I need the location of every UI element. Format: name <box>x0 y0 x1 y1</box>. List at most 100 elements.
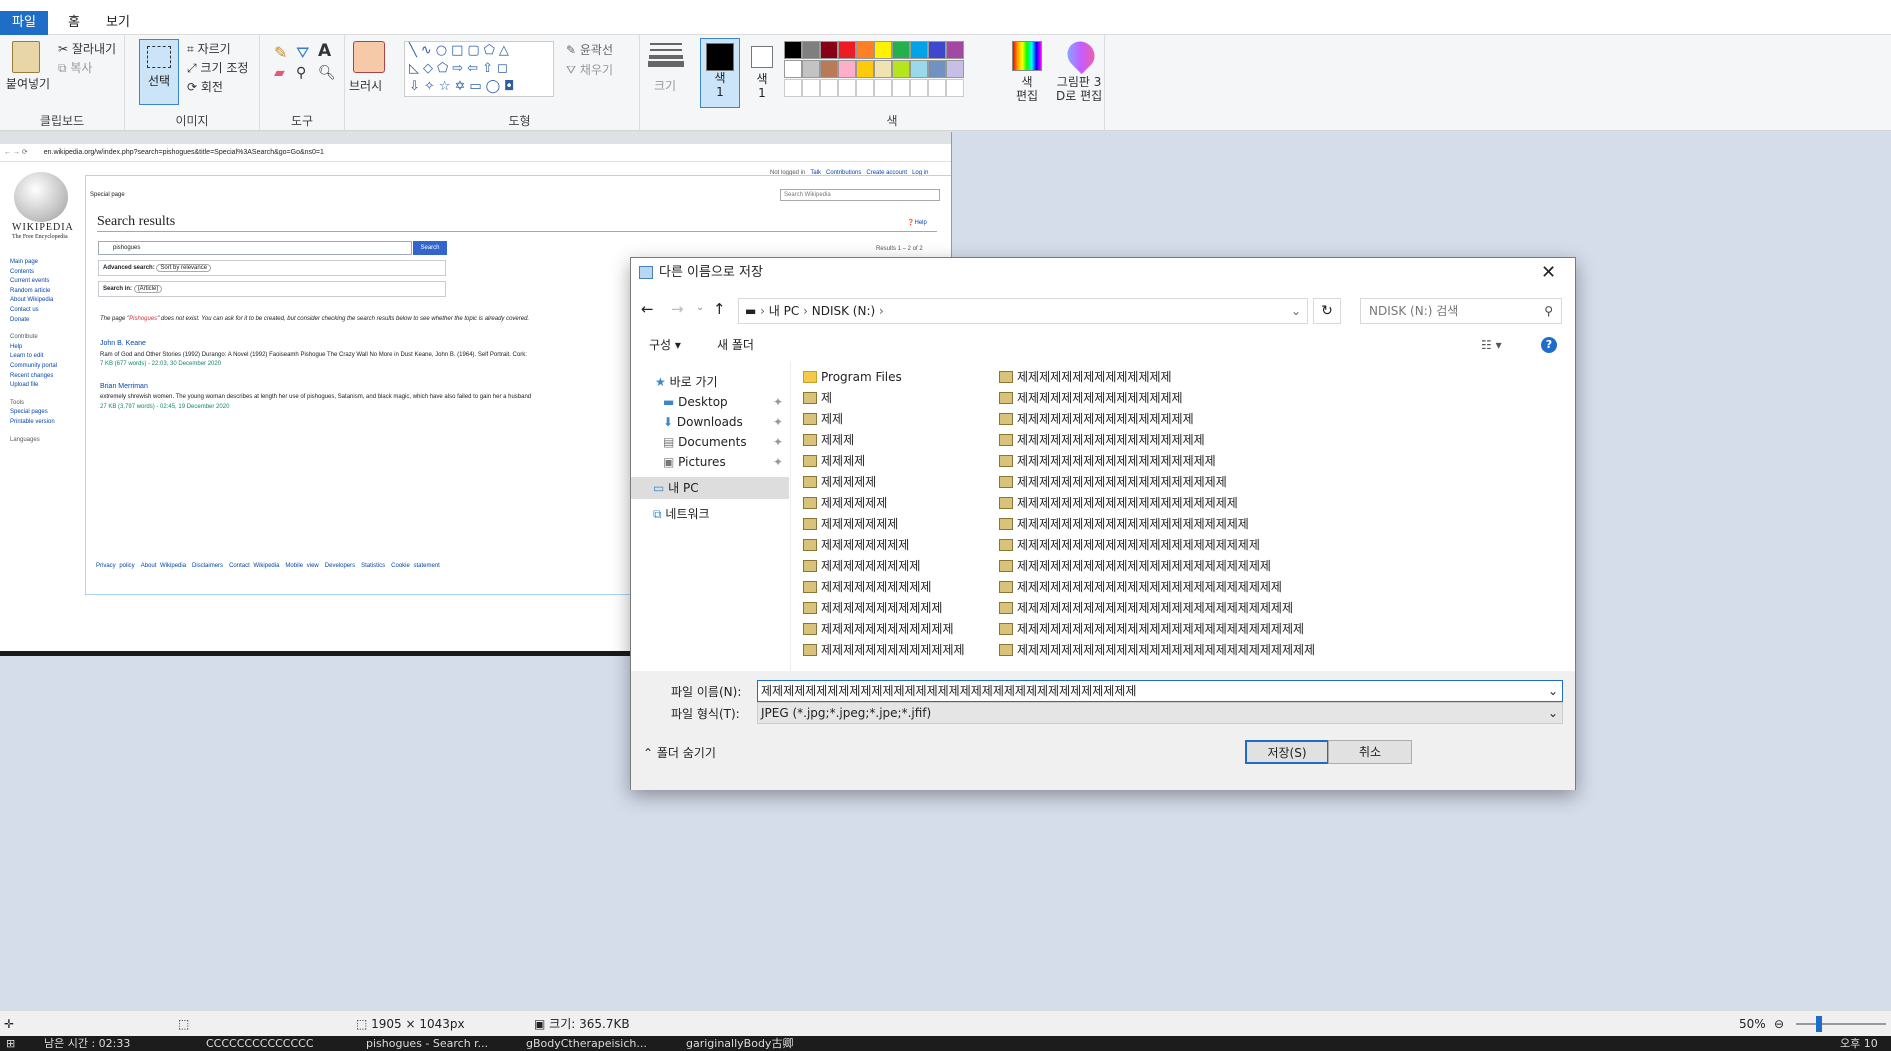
file-item[interactable]: 제제제제제제제제제 <box>803 556 920 576</box>
palette-swatch[interactable] <box>946 60 964 78</box>
paste-button[interactable]: 붙여넣기 <box>4 77 52 91</box>
palette-swatch[interactable] <box>874 60 892 78</box>
footer-link[interactable]: Privacy policy <box>96 563 135 569</box>
file-item[interactable]: 제제제제제제제제제제제제 <box>803 619 953 639</box>
palette-swatch[interactable] <box>838 60 856 78</box>
sidebar-link[interactable]: Random article <box>10 287 80 297</box>
close-icon[interactable]: ✕ <box>1541 258 1556 288</box>
palette-swatch[interactable] <box>892 60 910 78</box>
breadcrumb-pc[interactable]: 내 PC <box>769 304 799 318</box>
palette-swatch-empty[interactable] <box>874 79 892 97</box>
nav-quick-access[interactable]: ★ 바로 가기 <box>631 371 789 393</box>
file-item[interactable]: 제제제제제제제제제제제제제제제 <box>999 388 1183 408</box>
palette-swatch[interactable] <box>820 41 838 59</box>
sidebar-link[interactable]: About Wikipedia <box>10 296 80 306</box>
color1-button[interactable]: 색 1 <box>700 38 740 108</box>
fill-button[interactable]: ⛛ 채우기 <box>566 61 613 78</box>
select-button[interactable]: 선택 <box>139 39 179 105</box>
footer-link[interactable]: Mobile view <box>285 563 318 569</box>
query-input[interactable]: pishogues <box>98 241 412 255</box>
result-title[interactable]: Brian Merriman <box>100 382 594 392</box>
sidebar-link[interactable]: Help <box>10 343 80 353</box>
task-item[interactable]: gariginallyBody古卿 <box>686 1036 793 1051</box>
shapes-gallery[interactable]: ╲∿○□▢⬠△ ◺◇⬠⇨⇦⇧◻ ⇩✧☆✡▭◯◘ <box>404 41 554 97</box>
filetype-select[interactable]: JPEG (*.jpg;*.jpeg;*.jpe;*.jfif) ⌄ <box>757 702 1563 724</box>
file-item[interactable]: 제제제제제제제제제제제제제제제제제제제제제 <box>999 514 1249 534</box>
palette-swatch[interactable] <box>892 41 910 59</box>
nav-pictures[interactable]: ▣ Pictures ✦ <box>631 451 789 473</box>
sidebar-link[interactable]: Main page <box>10 258 80 268</box>
file-item[interactable]: 제제제제제제제제제제제제제 <box>803 640 965 660</box>
pencil-icon[interactable]: ✎ <box>274 43 287 62</box>
outline-button[interactable]: ✎ 윤곽선 <box>566 41 613 58</box>
magnifier-icon[interactable]: 🔍︎ <box>318 65 336 81</box>
palette-swatch[interactable] <box>928 60 946 78</box>
palette-swatch-empty[interactable] <box>892 79 910 97</box>
nav-this-pc[interactable]: ▭ 내 PC <box>631 477 789 499</box>
up-arrow-icon[interactable]: ↑ <box>713 300 726 318</box>
file-item[interactable]: 제제제제 <box>803 451 865 471</box>
start-icon[interactable]: ⊞ <box>6 1036 15 1051</box>
nav-documents[interactable]: ▤ Documents ✦ <box>631 431 789 453</box>
file-item[interactable]: 제제제제제제 <box>803 493 887 513</box>
file-item[interactable]: 제제제제제제제제제제제제제제제제제제제제제제제제제제 <box>999 619 1304 639</box>
new-folder-button[interactable]: 새 폴더 <box>717 330 754 360</box>
palette-swatch-empty[interactable] <box>928 79 946 97</box>
task-item[interactable]: pishogues - Search r... <box>366 1036 488 1051</box>
address-bar[interactable]: ▬ › 내 PC › NDISK (N:) › ⌄ <box>738 298 1308 324</box>
file-item[interactable]: 제제제제제제제제제제 <box>803 577 931 597</box>
hide-folders-button[interactable]: ⌃ 폴더 숨기기 <box>643 744 716 761</box>
sort-chip[interactable]: Sort by relevance <box>156 264 212 272</box>
palette-swatch[interactable] <box>802 60 820 78</box>
file-item[interactable]: 제제제 <box>803 430 854 450</box>
task-item[interactable]: gBodyCtherapeisich... <box>526 1036 647 1051</box>
organize-button[interactable]: 구성 ▾ <box>649 330 681 360</box>
special-page-tab[interactable]: Special page <box>90 192 125 198</box>
sidebar-link[interactable]: Special pages <box>10 408 80 418</box>
sidebar-link[interactable]: Upload file <box>10 381 80 391</box>
filename-input[interactable]: 제제제제제제제제제제제제제제제제제제제제제제제제제제제제제제제제제제 ⌄ <box>757 680 1563 702</box>
footer-link[interactable]: About Wikipedia <box>141 563 186 569</box>
save-button[interactable]: 저장(S) <box>1245 740 1329 764</box>
file-item[interactable]: 제제제제제 <box>803 472 876 492</box>
tab-view[interactable]: 보기 <box>96 11 140 35</box>
tab-file[interactable]: 파일 <box>0 11 48 35</box>
palette-swatch-empty[interactable] <box>784 79 802 97</box>
zoom-out-icon[interactable]: ⊖ <box>1774 1011 1784 1037</box>
palette-swatch[interactable] <box>784 41 802 59</box>
palette-swatch[interactable] <box>784 60 802 78</box>
search-in-row[interactable]: Search in: (Article) <box>98 281 446 297</box>
chevron-down-icon[interactable]: ⌄ <box>1548 681 1558 701</box>
palette-swatch-empty[interactable] <box>856 79 874 97</box>
palette-swatch[interactable] <box>928 41 946 59</box>
file-item[interactable]: 제 <box>803 388 832 408</box>
chevron-down-icon[interactable]: ⌄ <box>1291 299 1301 323</box>
copy-button[interactable]: ⧉ 복사 <box>58 59 92 76</box>
crop-button[interactable]: ⌗ 자르기 <box>187 40 231 57</box>
sidebar-link[interactable]: Donate <box>10 316 80 326</box>
footer-link[interactable]: Developers <box>325 563 355 569</box>
task-timer[interactable]: 남은 시간 : 02:33 <box>44 1036 130 1051</box>
rotate-button[interactable]: ⟳ 회전 <box>187 78 223 95</box>
palette-swatch[interactable] <box>856 41 874 59</box>
palette-swatch[interactable] <box>856 60 874 78</box>
palette-swatch-empty[interactable] <box>838 79 856 97</box>
file-item[interactable]: 제제제제제제제제제제제제제제제제제 <box>999 430 1205 450</box>
file-item[interactable]: 제제제제제제제제 <box>803 535 909 555</box>
palette-swatch[interactable] <box>874 41 892 59</box>
file-item[interactable]: 제제제제제제제제제제제제제제제제제제제제 <box>999 493 1238 513</box>
nav-desktop[interactable]: ▬ Desktop ✦ <box>631 391 789 413</box>
file-item[interactable]: 제제제제제제제제제제제제제제제제제제 <box>999 451 1216 471</box>
file-item[interactable]: 제제제제제제제 <box>803 514 898 534</box>
back-arrow-icon[interactable]: ← <box>641 300 654 318</box>
cut-button[interactable]: ✂ 잘라내기 <box>58 40 116 57</box>
file-item[interactable]: Program Files <box>803 367 902 387</box>
breadcrumb-drive[interactable]: NDISK (N:) <box>812 304 875 318</box>
refresh-icon[interactable]: ↻ <box>1313 298 1341 324</box>
namespace-chip[interactable]: (Article) <box>133 285 163 293</box>
sidebar-link[interactable]: Recent changes <box>10 372 80 382</box>
palette-swatch-empty[interactable] <box>820 79 838 97</box>
palette-swatch[interactable] <box>910 60 928 78</box>
text-tool-icon[interactable]: A <box>318 41 331 61</box>
edit-colors-button[interactable]: 색 편집 <box>1016 75 1038 103</box>
